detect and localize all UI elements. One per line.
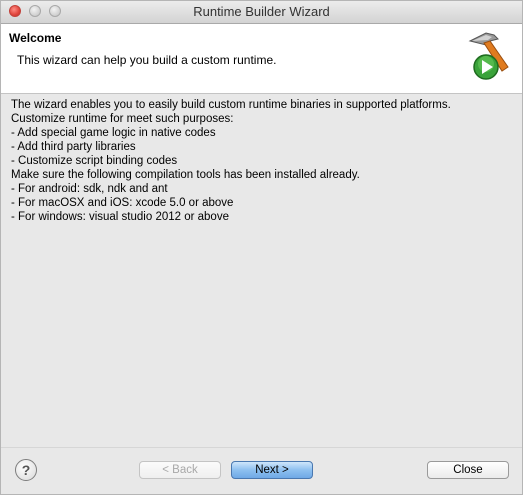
wizard-description: The wizard enables you to easily build c… [11, 98, 511, 224]
content-line: Customize runtime for meet such purposes… [11, 113, 234, 125]
page-description: This wizard can help you build a custom … [17, 53, 277, 67]
content-line: - For android: sdk, ndk and ant [11, 183, 168, 195]
content-line: - For macOSX and iOS: xcode 5.0 or above [11, 197, 234, 209]
content-line: - Add special game logic in native codes [11, 127, 216, 139]
wizard-header: Welcome This wizard can help you build a… [1, 24, 522, 94]
title-bar: Runtime Builder Wizard [1, 1, 522, 24]
content-line: Make sure the following compilation tool… [11, 169, 360, 181]
content-line: - Add third party libraries [11, 141, 136, 153]
question-mark-icon: ? [21, 462, 31, 478]
content-line: The wizard enables you to easily build c… [11, 99, 451, 111]
page-title: Welcome [9, 31, 62, 45]
close-button[interactable]: Close [427, 461, 509, 479]
wizard-window: Runtime Builder Wizard Welcome This wiza… [0, 0, 523, 495]
back-button[interactable]: < Back [139, 461, 221, 479]
next-button[interactable]: Next > [231, 461, 313, 479]
footer-divider [1, 447, 522, 448]
help-button[interactable]: ? [15, 459, 37, 481]
content-line: - Customize script binding codes [11, 155, 178, 167]
window-title: Runtime Builder Wizard [193, 4, 330, 19]
hammer-play-icon [468, 32, 509, 80]
content-line: - For windows: visual studio 2012 or abo… [11, 211, 229, 223]
